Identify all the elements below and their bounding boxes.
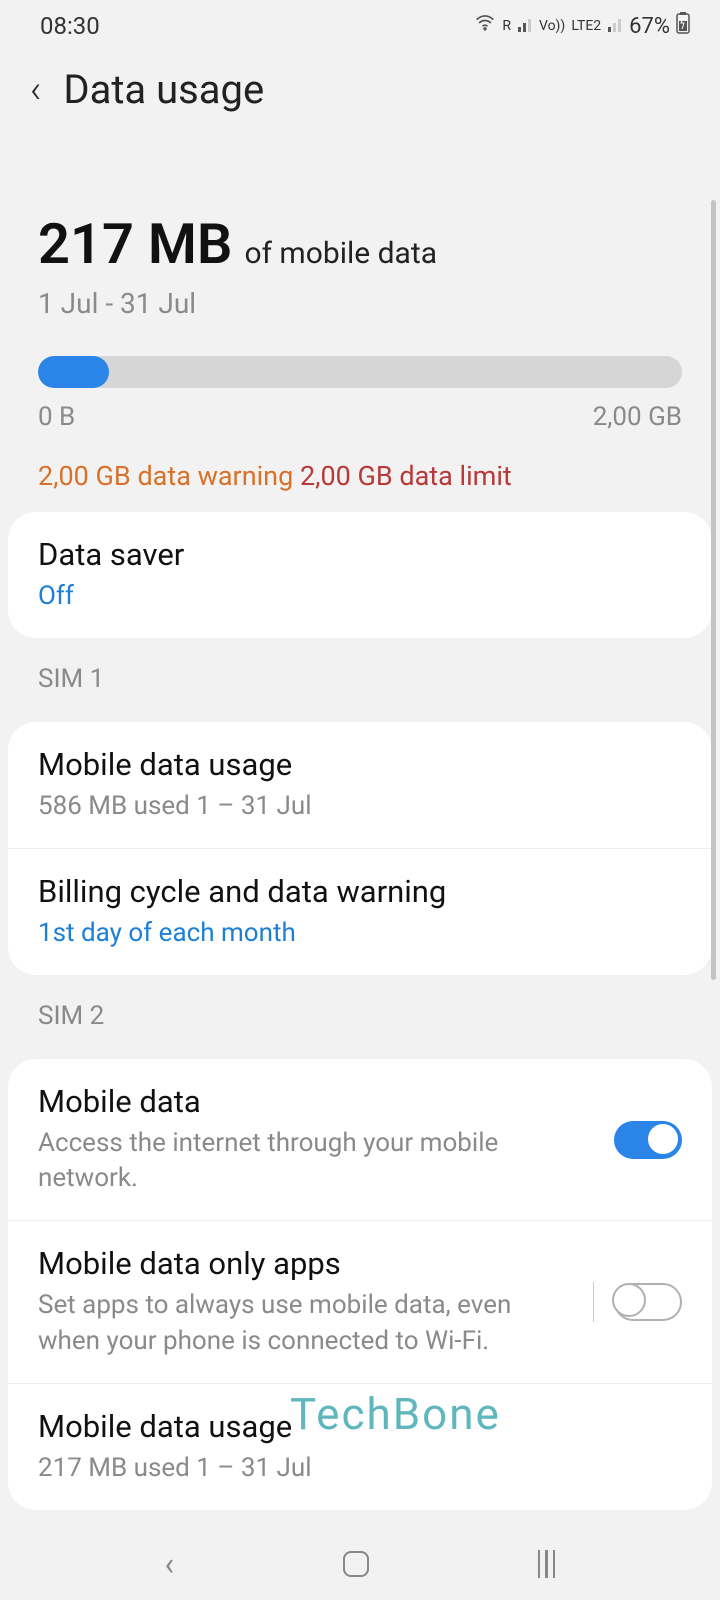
usage-amount: 217 MB [38, 211, 232, 277]
signal-icon-1 [517, 14, 533, 39]
nav-back-icon[interactable]: ‹ [164, 1545, 174, 1583]
sim1-billing-row[interactable]: Billing cycle and data warning 1st day o… [8, 848, 712, 975]
usage-progress-fill [38, 356, 109, 388]
sim2-mobile-usage-sub: 217 MB used 1 – 31 Jul [38, 1451, 682, 1486]
sim1-label: SIM 1 [0, 638, 720, 702]
progress-min: 0 B [38, 402, 75, 432]
sim2-only-apps-title: Mobile data only apps [38, 1245, 573, 1282]
roaming-indicator: R [502, 19, 511, 33]
sim1-card: Mobile data usage 586 MB used 1 – 31 Jul… [8, 722, 712, 975]
sim1-mobile-usage-sub: 586 MB used 1 – 31 Jul [38, 789, 682, 824]
navigation-bar: ‹ [0, 1528, 720, 1600]
volte-indicator: Vo)) [539, 19, 565, 33]
back-icon[interactable]: ‹ [30, 68, 41, 112]
sim2-only-apps-sub: Set apps to always use mobile data, even… [38, 1288, 573, 1358]
data-saver-card: Data saver Off [8, 512, 712, 638]
sim1-mobile-usage-row[interactable]: Mobile data usage 586 MB used 1 – 31 Jul [8, 722, 712, 848]
usage-progress-bar [38, 356, 682, 388]
progress-max: 2,00 GB [593, 402, 682, 432]
mobile-data-toggle[interactable] [614, 1121, 682, 1159]
sim1-billing-sub: 1st day of each month [38, 916, 682, 951]
sim2-only-apps-row[interactable]: Mobile data only apps Set apps to always… [8, 1220, 712, 1382]
data-saver-title: Data saver [38, 536, 682, 573]
wifi-icon [474, 13, 496, 39]
status-time: 08:30 [40, 12, 100, 40]
scrollbar[interactable] [711, 200, 716, 980]
sim1-mobile-usage-title: Mobile data usage [38, 746, 682, 783]
toggle-divider [593, 1282, 594, 1322]
only-apps-toggle[interactable] [614, 1283, 682, 1321]
nav-recents-icon[interactable] [538, 1550, 556, 1578]
usage-period: 1 Jul - 31 Jul [38, 287, 682, 320]
status-bar: 08:30 R Vo)) LTE2 67% [0, 0, 720, 48]
data-saver-row[interactable]: Data saver Off [8, 512, 712, 638]
page-title: Data usage [63, 66, 264, 113]
sim2-label: SIM 2 [0, 975, 720, 1039]
sim2-card: Mobile data Access the internet through … [8, 1059, 712, 1509]
sim2-mobile-data-sub: Access the internet through your mobile … [38, 1126, 594, 1196]
data-limit: 2,00 GB data limit [300, 460, 512, 492]
battery-percent: 67% [629, 14, 670, 39]
battery-icon [676, 12, 690, 40]
data-warning: 2,00 GB data warning [38, 460, 293, 492]
network-indicator: LTE2 [571, 19, 601, 33]
nav-home-icon[interactable] [343, 1551, 369, 1577]
header: ‹ Data usage [0, 48, 720, 123]
status-right: R Vo)) LTE2 67% [474, 12, 690, 40]
watermark: TechBone [290, 1388, 501, 1440]
signal-icon-2 [607, 14, 623, 39]
data-saver-status: Off [38, 579, 682, 614]
usage-label: of mobile data [244, 236, 437, 271]
usage-summary: 217 MB of mobile data 1 Jul - 31 Jul 0 B… [0, 123, 720, 492]
sim2-mobile-data-title: Mobile data [38, 1083, 594, 1120]
sim1-billing-title: Billing cycle and data warning [38, 873, 682, 910]
sim2-mobile-data-row[interactable]: Mobile data Access the internet through … [8, 1059, 712, 1220]
